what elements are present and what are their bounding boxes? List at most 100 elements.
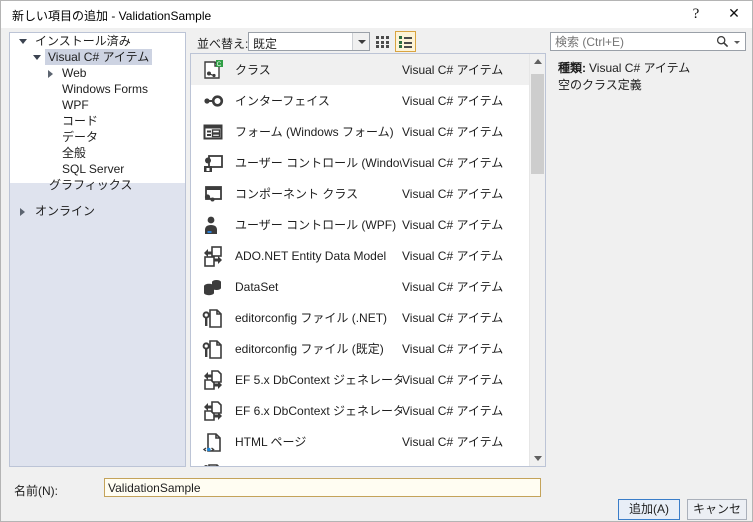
template-item-type: Visual C# アイテム	[402, 402, 530, 419]
template-list-item[interactable]: C クラスVisual C# アイテム	[191, 54, 530, 85]
dataset-icon	[196, 271, 230, 302]
usercontrol-winforms-icon	[196, 147, 230, 178]
tree-node-label: オンライン	[32, 203, 98, 219]
sort-label: 並べ替え:	[197, 35, 248, 52]
cancel-button[interactable]: キャンセル	[687, 499, 747, 520]
sort-dropdown-value: 既定	[253, 35, 277, 52]
tree-node-installed[interactable]: インストール済み	[10, 33, 185, 49]
add-button[interactable]: 追加(A)	[618, 499, 680, 520]
tree-node-label: データ	[59, 129, 101, 145]
editorconfig-icon	[196, 302, 230, 333]
template-list-item[interactable]: HTML ページVisual C# アイテム	[191, 426, 530, 457]
search-box[interactable]	[550, 32, 746, 51]
search-input[interactable]	[555, 34, 705, 49]
usercontrol-wpf-icon	[196, 209, 230, 240]
detail-description: 空のクラス定義	[558, 78, 738, 93]
chevron-down-icon[interactable]	[734, 41, 740, 44]
list-scrollbar[interactable]	[529, 54, 545, 466]
detail-kind-value: Visual C# アイテム	[589, 61, 690, 75]
template-item-name: ユーザー コントロール (Windows フォーム)	[230, 154, 402, 171]
class-icon: C	[196, 54, 230, 85]
template-item-name: JavaScript JSON 構成ファイル	[230, 464, 402, 467]
template-item-type: Visual C# アイテム	[402, 278, 530, 295]
template-list-item[interactable]: JavaScript JSON 構成ファイルVisual C# アイテム	[191, 457, 530, 467]
templates-list-pane: C クラスVisual C# アイテム インターフェイスVisual C# アイ…	[190, 53, 546, 467]
detail-kind-row: 種類:Visual C# アイテム	[558, 59, 690, 76]
template-list-item[interactable]: editorconfig ファイル (既定)Visual C# アイテム	[191, 333, 530, 364]
template-item-name: editorconfig ファイル (既定)	[230, 340, 402, 357]
template-list-item[interactable]: インターフェイスVisual C# アイテム	[191, 85, 530, 116]
tree-node-web[interactable]: Web	[10, 65, 185, 81]
tree-node-online[interactable]: オンライン	[10, 203, 185, 219]
template-list-item[interactable]: ユーザー コントロール (Windows フォーム)Visual C# アイテム	[191, 147, 530, 178]
tree-node-label: Web	[59, 65, 89, 81]
tree-node-label: SQL Server	[59, 161, 127, 177]
ado-entity-icon	[196, 240, 230, 271]
template-item-type: Visual C# アイテム	[402, 433, 530, 450]
chevron-down-icon[interactable]	[18, 33, 28, 49]
template-item-type: Visual C# アイテム	[402, 154, 530, 171]
template-item-name: インターフェイス	[230, 92, 402, 109]
templates-list: C クラスVisual C# アイテム インターフェイスVisual C# アイ…	[191, 54, 530, 467]
template-item-type: Visual C# アイテム	[402, 464, 530, 467]
name-input[interactable]	[104, 478, 541, 497]
template-list-item[interactable]: ユーザー コントロール (WPF)Visual C# アイテム	[191, 209, 530, 240]
ef-dbcontext-icon	[196, 395, 230, 426]
template-item-type: Visual C# アイテム	[402, 309, 530, 326]
component-class-icon	[196, 178, 230, 209]
grid-view-button[interactable]	[372, 31, 393, 52]
tree-node-windows-forms[interactable]: Windows Forms	[10, 81, 185, 97]
tree-node-data[interactable]: データ	[10, 129, 185, 145]
add-new-item-dialog: 新しい項目の追加 - ValidationSample ? ✕ インストール済み…	[0, 0, 753, 522]
title-bar: 新しい項目の追加 - ValidationSample ? ✕	[1, 1, 753, 28]
interface-icon	[196, 85, 230, 116]
winform-icon	[196, 116, 230, 147]
scroll-up-arrow-icon[interactable]	[530, 54, 545, 70]
dialog-title: 新しい項目の追加 - ValidationSample	[12, 7, 211, 24]
template-item-type: Visual C# アイテム	[402, 340, 530, 357]
template-item-type: Visual C# アイテム	[402, 185, 530, 202]
template-list-item[interactable]: EF 6.x DbContext ジェネレーターVisual C# アイテム	[191, 395, 530, 426]
chevron-right-icon[interactable]	[18, 203, 28, 219]
template-item-type: Visual C# アイテム	[402, 123, 530, 140]
list-view-button[interactable]	[395, 31, 416, 52]
tree-scroll-area: インストール済み Visual C# アイテム Web Windows Form…	[10, 33, 185, 466]
template-item-name: EF 5.x DbContext ジェネレーター	[230, 371, 402, 388]
list-view-icon	[399, 36, 412, 48]
chevron-right-icon[interactable]	[46, 65, 56, 81]
template-list-item[interactable]: コンポーネント クラスVisual C# アイテム	[191, 178, 530, 209]
template-item-name: ユーザー コントロール (WPF)	[230, 216, 402, 233]
tree-node-general[interactable]: 全般	[10, 145, 185, 161]
template-list-item[interactable]: EF 5.x DbContext ジェネレーターVisual C# アイテム	[191, 364, 530, 395]
question-mark-icon: ?	[693, 7, 700, 22]
tree-node-sql-server[interactable]: SQL Server	[10, 161, 185, 177]
template-item-type: Visual C# アイテム	[402, 247, 530, 264]
template-list-item[interactable]: DataSetVisual C# アイテム	[191, 271, 530, 302]
close-button[interactable]: ✕	[716, 1, 752, 27]
categories-tree-pane: インストール済み Visual C# アイテム Web Windows Form…	[9, 32, 186, 467]
help-button[interactable]: ?	[678, 1, 714, 27]
template-item-name: DataSet	[230, 280, 402, 294]
chevron-down-icon[interactable]	[32, 49, 42, 65]
details-pane: 種類:Visual C# アイテム 空のクラス定義	[550, 53, 746, 467]
tree-node-visual-csharp-items[interactable]: Visual C# アイテム	[10, 49, 185, 65]
tree-node-label: 全般	[59, 145, 89, 161]
template-list-item[interactable]: ADO.NET Entity Data ModelVisual C# アイテム	[191, 240, 530, 271]
sort-dropdown[interactable]: 既定	[248, 32, 370, 51]
chevron-down-icon[interactable]	[352, 33, 369, 50]
template-item-type: Visual C# アイテム	[402, 61, 530, 78]
tree-node-label: Windows Forms	[59, 81, 151, 97]
tree-node-wpf[interactable]: WPF	[10, 97, 185, 113]
template-list-item[interactable]: editorconfig ファイル (.NET)Visual C# アイテム	[191, 302, 530, 333]
template-item-name: EF 6.x DbContext ジェネレーター	[230, 402, 402, 419]
template-list-item[interactable]: フォーム (Windows フォーム)Visual C# アイテム	[191, 116, 530, 147]
tree-node-code[interactable]: コード	[10, 113, 185, 129]
tree-node-graphics[interactable]: グラフィックス	[10, 177, 185, 193]
search-icon[interactable]	[716, 35, 729, 48]
detail-kind-label: 種類:	[558, 61, 586, 75]
scrollbar-thumb[interactable]	[531, 74, 544, 174]
template-item-name: HTML ページ	[230, 433, 402, 450]
scroll-down-arrow-icon[interactable]	[530, 450, 545, 466]
template-item-type: Visual C# アイテム	[402, 92, 530, 109]
template-item-name: クラス	[230, 61, 402, 78]
